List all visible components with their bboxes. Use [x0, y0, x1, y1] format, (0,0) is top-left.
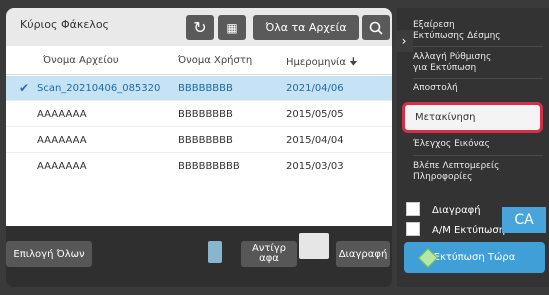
bw-print-checkbox[interactable]	[406, 222, 420, 236]
column-user-name[interactable]: Όνομα Χρήστη	[178, 55, 252, 66]
file-name: Scan_20210406_085320	[37, 83, 161, 94]
menu-item-label: Πληροφορίες	[413, 172, 473, 182]
chevron-right-icon: ›	[401, 34, 407, 48]
file-date: 2015/03/03	[286, 161, 344, 172]
file-date: 2021/04/06	[286, 83, 344, 94]
file-name: AAAAAAA	[37, 161, 87, 172]
delete-checkbox-label: Διαγραφή	[432, 205, 481, 216]
menu-check-image[interactable]: Έλεγχος Εικόνας	[413, 139, 543, 150]
refresh-button[interactable]: ↻	[186, 15, 214, 40]
table-row[interactable]: AAAAAAA BBBBBBBBB 2015/03/03	[6, 154, 392, 178]
grid-view-button[interactable]: ▦	[218, 15, 246, 40]
row-divider	[6, 152, 392, 153]
table-row[interactable]: AAAAAAA BBBBBBBB 2015/05/05	[6, 102, 392, 126]
collapse-panel-button[interactable]: ›	[395, 30, 413, 52]
menu-item-label: Βλέπε Λεπτομερείς	[413, 161, 500, 171]
file-name: AAAAAAA	[37, 135, 87, 146]
menu-item-label: Έλεγχος Εικόνας	[413, 139, 490, 149]
menu-divider	[413, 46, 543, 47]
sort-desc-icon: 🠋	[349, 57, 358, 68]
search-icon	[369, 21, 383, 35]
menu-item-label: Εκτύπωσης Δέσμης	[413, 31, 501, 41]
check-icon: ✔	[19, 81, 30, 95]
file-actions-bar: Επιλογή Όλων Αντίγρ αφα Διαγραφή	[6, 226, 392, 287]
menu-item-label: για Εκτύπωση	[413, 63, 477, 73]
screen: Κύριος Φάκελος ↻ ▦ Όλα τα Αρχεία Όνομα Α…	[0, 0, 549, 295]
print-now-label: Εκτύπωση Τώρα	[433, 252, 516, 263]
file-date: 2015/04/04	[286, 135, 344, 146]
bw-print-checkbox-label: Α/Μ Εκτύπωση	[432, 225, 506, 236]
file-panel: Κύριος Φάκελος ↻ ▦ Όλα τα Αρχεία Όνομα Α…	[6, 8, 392, 287]
menu-move[interactable]: Μετακίνηση	[402, 102, 543, 133]
menu-details[interactable]: Βλέπε Λεπτομερείς Πληροφορίες	[413, 161, 543, 183]
copies-label-line2: αφα	[259, 253, 279, 264]
file-filter-button[interactable]: Όλα τα Αρχεία	[253, 15, 359, 40]
select-all-button[interactable]: Επιλογή Όλων	[6, 241, 92, 267]
file-table: Όνομα Αρχείου Όνομα Χρήστη Ημερομηνία 🠋 …	[6, 46, 392, 226]
menu-item-label: Αποστολή	[413, 83, 458, 93]
user-name: BBBBBBBB	[178, 109, 233, 120]
table-header: Όνομα Αρχείου Όνομα Χρήστη Ημερομηνία 🠋	[6, 46, 392, 75]
menu-change-print-settings[interactable]: Αλλαγή Ρύθμισης για Εκτύπωση	[413, 52, 543, 74]
print-now-button[interactable]: Εκτύπωση Τώρα	[404, 242, 545, 273]
user-name: BBBBBBBB	[178, 83, 233, 94]
file-date: 2015/05/05	[286, 109, 344, 120]
menu-send[interactable]: Αποστολή	[413, 83, 543, 94]
ca-button[interactable]: CA	[502, 207, 546, 233]
column-date-label: Ημερομηνία	[286, 57, 347, 68]
menu-item-label: Αλλαγή Ρύθμισης	[413, 52, 492, 62]
column-date[interactable]: Ημερομηνία 🠋	[286, 55, 357, 72]
refresh-icon: ↻	[193, 18, 207, 37]
row-divider	[6, 126, 392, 127]
menu-divider	[413, 155, 543, 156]
delete-button[interactable]: Διαγραφή	[336, 241, 390, 267]
action-panel: › Εξαίρεση Εκτύπωσης Δέσμης Αλλαγή Ρύθμι…	[395, 8, 549, 287]
trash-icon	[208, 241, 222, 263]
menu-item-label: Εξαίρεση	[413, 20, 455, 30]
delete-checkbox[interactable]	[406, 202, 420, 216]
grid-icon: ▦	[226, 20, 238, 35]
search-button[interactable]	[362, 15, 390, 40]
user-name: BBBBBBBBB	[178, 161, 240, 172]
table-row[interactable]: ✔ Scan_20210406_085320 BBBBBBBB 2021/04/…	[6, 76, 392, 100]
file-toolbar: Κύριος Φάκελος ↻ ▦ Όλα τα Αρχεία	[6, 8, 392, 46]
copies-input[interactable]	[299, 233, 329, 259]
user-name: BBBBBBBB	[178, 135, 233, 146]
menu-item-label: Μετακίνηση	[415, 112, 476, 123]
copies-button[interactable]: Αντίγρ αφα	[241, 241, 297, 267]
file-name: AAAAAAA	[37, 109, 87, 120]
table-row[interactable]: AAAAAAA BBBBBBBB 2015/04/04	[6, 128, 392, 152]
menu-divider	[413, 78, 543, 79]
menu-exclude-batch-print[interactable]: Εξαίρεση Εκτύπωσης Δέσμης	[413, 20, 543, 42]
row-divider	[6, 100, 392, 101]
folder-title[interactable]: Κύριος Φάκελος	[20, 18, 109, 31]
column-file-name[interactable]: Όνομα Αρχείου	[43, 55, 119, 66]
